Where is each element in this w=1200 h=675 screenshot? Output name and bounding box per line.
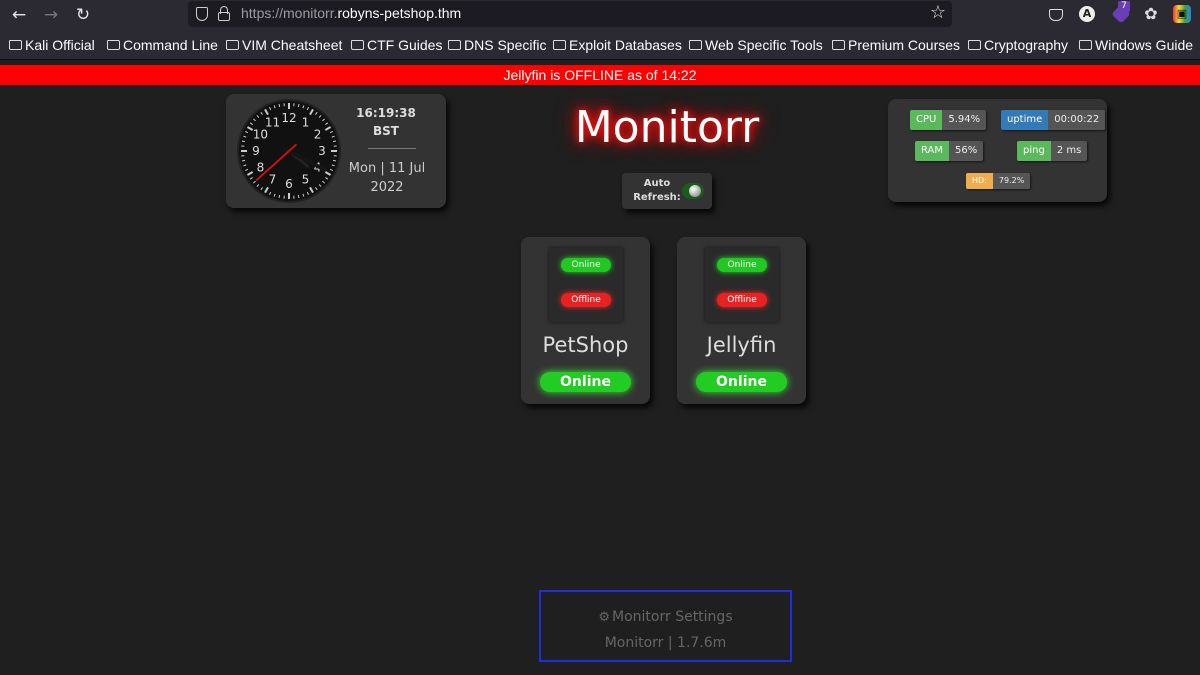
offline-legend-pill: Offline xyxy=(561,293,611,307)
bookmark-web-specific-tools[interactable]: Web Specific Tools xyxy=(689,37,823,53)
service-legend: Online Offline xyxy=(705,248,779,322)
clock-numeral: 11 xyxy=(265,115,280,129)
clock-tick xyxy=(278,194,281,199)
clock-numeral: 9 xyxy=(252,144,260,158)
auto-refresh-control: Auto Refresh: xyxy=(622,173,712,209)
clock-tick xyxy=(297,103,300,108)
timezone-label: BST xyxy=(373,124,399,138)
service-name: PetShop xyxy=(542,333,629,357)
clock-tick xyxy=(241,140,246,143)
pocket-icon[interactable] xyxy=(1049,9,1063,21)
settings-link[interactable]: ⚙ Monitorr Settings xyxy=(541,609,790,625)
bookmark-star-icon[interactable]: ☆ xyxy=(930,2,946,23)
bookmark-dns-specific[interactable]: DNS Specific xyxy=(448,37,546,53)
folder-icon xyxy=(553,40,566,50)
status-badge: Online xyxy=(696,372,787,392)
clock-tick xyxy=(241,159,246,162)
cookie-icon[interactable]: ✿ xyxy=(1142,5,1160,23)
bookmark-windows-guide[interactable]: Windows Guide xyxy=(1079,37,1193,53)
forward-arrow-icon[interactable]: → xyxy=(40,4,62,26)
folder-icon xyxy=(448,40,461,50)
date-display: Mon | 11 Jul 2022 xyxy=(348,159,426,197)
date-line-1: Mon | 11 Jul xyxy=(348,161,426,176)
clock-numeral: 1 xyxy=(302,115,310,129)
reload-icon[interactable]: ↻ xyxy=(72,4,94,26)
back-arrow-icon[interactable]: ← xyxy=(8,4,30,26)
cpu-stat: CPU 5.94% xyxy=(910,110,987,130)
online-legend-pill: Online xyxy=(561,258,611,272)
lock-icon[interactable] xyxy=(218,6,230,21)
ram-stat: RAM 56% xyxy=(915,141,984,161)
gear-icon: ⚙ xyxy=(598,610,611,625)
bookmarks-bar: Kali Official Command Line VIM Cheatshee… xyxy=(0,30,1200,60)
clock-panel: 121234567891011 16:19:38 BST Mon | 11 Ju… xyxy=(226,94,446,208)
bookmark-kali-official[interactable]: Kali Official xyxy=(9,37,95,53)
clock-tick xyxy=(332,140,337,143)
clock-numeral: 2 xyxy=(314,128,322,142)
divider xyxy=(368,148,416,149)
folder-icon xyxy=(689,40,702,50)
bookmark-premium-courses[interactable]: Premium Courses xyxy=(832,37,960,53)
offline-legend-pill: Offline xyxy=(717,293,767,307)
bookmark-vim-cheatsheet[interactable]: VIM Cheatsheet xyxy=(226,37,342,53)
clock-numeral: 6 xyxy=(285,177,293,191)
browser-toolbar: ← → ↻ https://monitorr.robyns-petshop.th… xyxy=(0,0,1200,30)
time-value: 16:19:38 xyxy=(356,106,416,120)
hd-stat: HD: 79.2% xyxy=(966,173,1031,189)
folder-icon xyxy=(968,40,981,50)
offline-alert-banner: Jellyfin is OFFLINE as of 14:22 xyxy=(0,65,1200,85)
version-text[interactable]: Monitorr | 1.7.6m xyxy=(541,635,790,651)
clock-numeral: 5 xyxy=(302,173,310,187)
clock-tick xyxy=(278,103,281,108)
system-stats-panel: CPU 5.94% uptime 00:00:22 RAM 56% ping 2 ms … xyxy=(888,99,1107,202)
online-legend-pill: Online xyxy=(717,258,767,272)
clock-numeral: 12 xyxy=(281,111,296,125)
clock-numeral: 3 xyxy=(318,144,326,158)
page-title: Monitorr xyxy=(574,102,760,153)
bookmark-exploit-databases[interactable]: Exploit Databases xyxy=(553,37,682,53)
clock-numeral: 7 xyxy=(269,173,277,187)
uptime-stat: uptime 00:00:22 xyxy=(1001,110,1106,130)
address-bar[interactable]: https://monitorr.robyns-petshop.thm ☆ xyxy=(188,1,952,27)
bookmark-command-line[interactable]: Command Line xyxy=(107,37,218,53)
folder-icon xyxy=(1079,40,1092,50)
auto-refresh-label: Auto Refresh: xyxy=(633,178,681,203)
clock-numeral: 8 xyxy=(257,161,265,175)
folder-icon xyxy=(9,40,22,50)
clock-numeral: 10 xyxy=(253,128,268,142)
clock-tick xyxy=(297,194,300,199)
digital-time: 16:19:38 BST xyxy=(356,104,416,140)
date-line-2: 2022 xyxy=(370,180,404,195)
folder-icon xyxy=(351,40,364,50)
folder-icon xyxy=(107,40,120,50)
service-legend: Online Offline xyxy=(549,248,623,322)
url-text: https://monitorr.robyns-petshop.thm xyxy=(241,5,462,21)
service-name: Jellyfin xyxy=(706,333,777,357)
folder-icon xyxy=(832,40,845,50)
footer-box: ⚙ Monitorr Settings Monitorr | 1.7.6m xyxy=(539,590,792,662)
bookmark-cryptography[interactable]: Cryptography xyxy=(968,37,1068,53)
account-icon[interactable]: A xyxy=(1079,6,1095,22)
toggle-knob[interactable] xyxy=(689,185,701,197)
status-badge: Online xyxy=(540,372,631,392)
extension-badge: 7 xyxy=(1118,1,1130,12)
bookmark-ctf-guides[interactable]: CTF Guides xyxy=(351,37,442,53)
clock-tick xyxy=(332,159,337,162)
color-picker-icon[interactable]: ▣ xyxy=(1173,5,1191,23)
folder-icon xyxy=(226,40,239,50)
analog-clock-icon: 121234567891011 xyxy=(237,99,341,203)
service-card-petshop[interactable]: Online Offline PetShop Online xyxy=(521,237,650,404)
service-card-jellyfin[interactable]: Online Offline Jellyfin Online xyxy=(677,237,806,404)
tracking-shield-icon[interactable] xyxy=(196,7,208,21)
ping-stat: ping 2 ms xyxy=(1017,141,1088,161)
